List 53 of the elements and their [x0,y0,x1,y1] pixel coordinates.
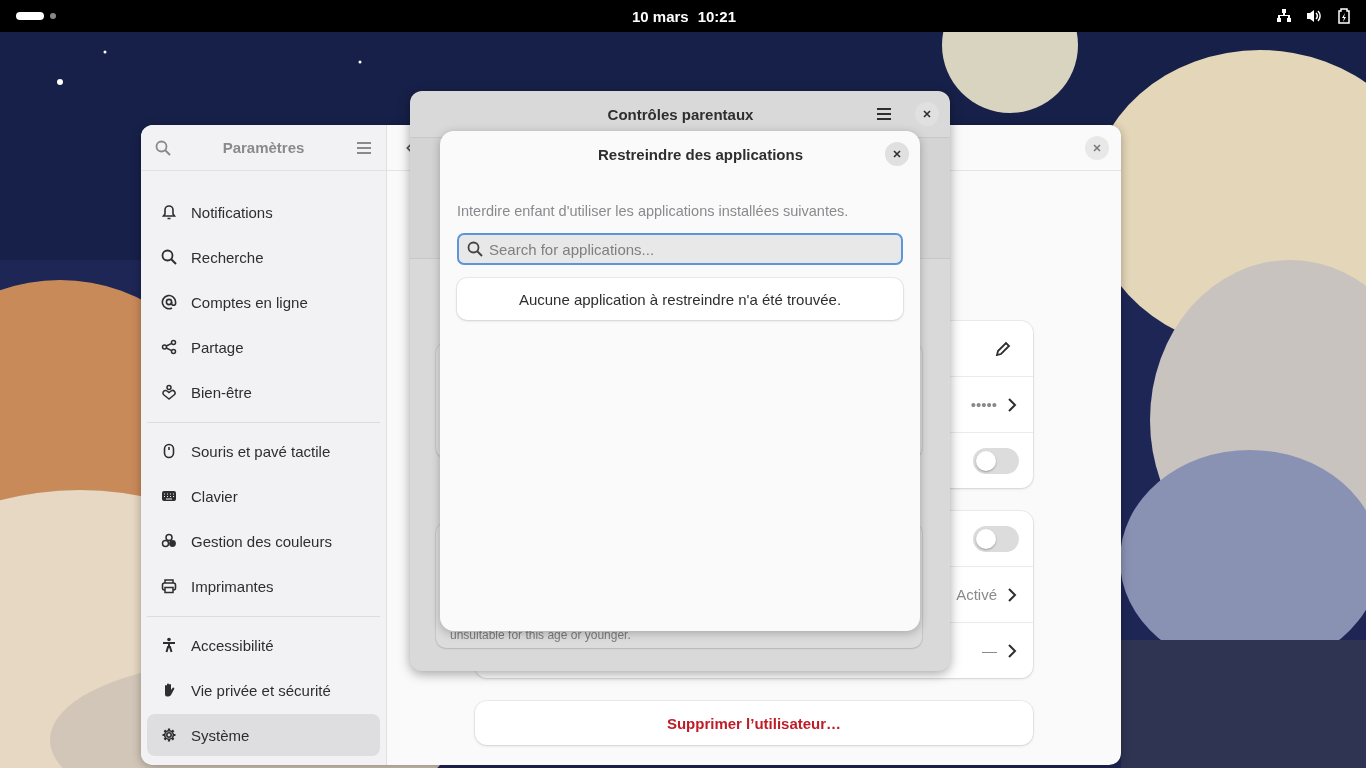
search-icon [161,249,177,265]
close-button[interactable] [885,142,909,166]
close-button[interactable] [915,102,939,126]
sidebar-item[interactable]: Système [147,714,380,756]
workspace-dot[interactable] [50,13,56,19]
description-text: Interdire enfant d'utiliser les applications installées suivantes. [457,203,850,219]
sidebar-item[interactable]: Comptes en ligne [147,281,380,323]
sidebar-item[interactable]: Gestion des couleurs [147,520,380,562]
pencil-icon[interactable] [995,340,1011,357]
clock[interactable]: 10 mars 10:21 [631,7,737,25]
row-value: ••••• [970,396,997,413]
share-icon [161,339,177,355]
delete-user-button[interactable]: Supprimer l’utilisateur… [475,701,1033,745]
toggle-switch[interactable] [973,447,1019,474]
sidebar-item[interactable]: Imprimantes [147,565,380,607]
mouse-icon [161,443,177,459]
color-circles-icon [161,533,177,549]
gear-icon [161,727,177,743]
row-value: — [982,642,997,659]
chevron-icon [1007,642,1017,659]
search-field[interactable]: Search for applications... [457,233,903,265]
sidebar-item[interactable]: Bien-être [147,371,380,413]
row-subtitle: unsuitable for this age or younger. [450,629,631,642]
toggle-switch[interactable] [973,525,1019,552]
empty-message: Aucune application à restreindre n'a été trouvée. [457,278,903,320]
search-icon[interactable] [155,139,171,156]
sidebar-item[interactable]: Partage [147,326,380,368]
chevron-icon [1007,396,1017,413]
battery-icon[interactable] [1336,8,1352,24]
sidebar-item[interactable]: Souris et pavé tactile [147,430,380,472]
bell-icon [161,204,177,220]
dialog-title: Restreindre des applications [597,145,804,163]
person-icon [161,637,177,653]
activities-indicator[interactable] [16,12,44,20]
sidebar-item[interactable]: Accessibilité [147,624,380,666]
at-sign-icon [161,294,177,310]
close-icon [921,108,933,120]
sidebar-item[interactable]: Vie privée et sécurité [147,669,380,711]
network-icon[interactable] [1276,8,1292,24]
row-value: Activé [956,586,997,603]
dialog-title: Contrôles parentaux [607,105,754,123]
sidebar-item[interactable]: Recherche [147,236,380,278]
sidebar-item[interactable]: Notifications [147,191,380,233]
keyboard-icon [161,488,177,504]
chevron-icon [1007,586,1017,603]
printer-icon [161,578,177,594]
close-icon [891,148,903,160]
menu-icon[interactable] [876,106,892,122]
heart-icon [161,384,177,400]
sidebar-title: Paramètres [222,139,305,156]
close-icon [1091,141,1103,154]
sidebar-item[interactable]: Clavier [147,475,380,517]
volume-icon[interactable] [1306,8,1322,24]
